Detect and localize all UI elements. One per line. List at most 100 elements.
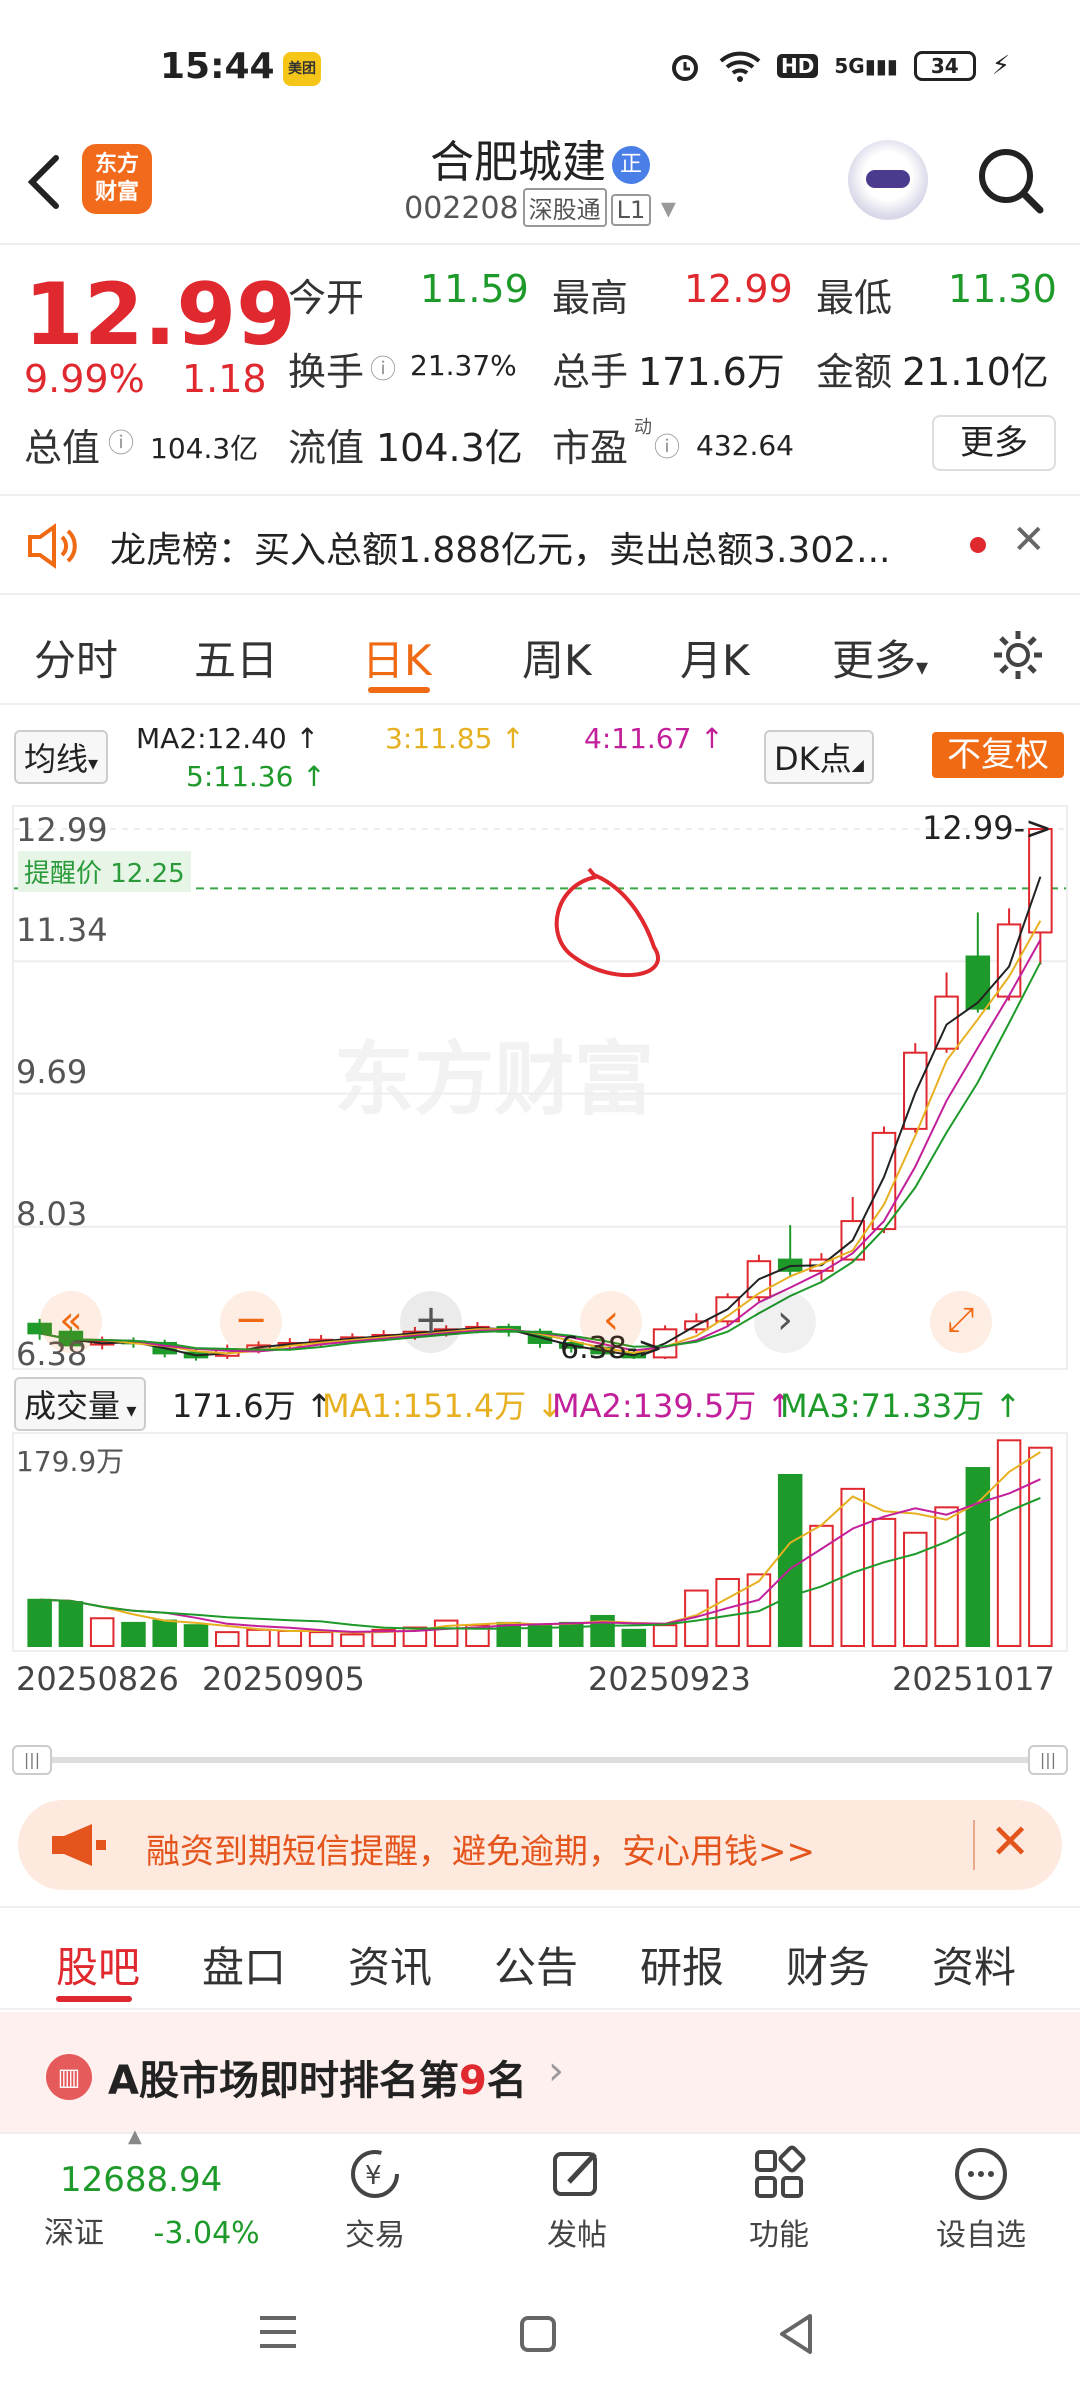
tab-guba[interactable]: 股吧 (56, 1934, 140, 1995)
volume-bar (215, 1631, 240, 1647)
tab-5day[interactable]: 五日 (194, 627, 278, 688)
candle (965, 912, 991, 1013)
next-button[interactable]: › (754, 1291, 816, 1353)
tab-more[interactable]: 更多▾ (832, 627, 928, 688)
index-name: 深证 (44, 2216, 104, 2251)
vol-ma3: MA3:71.33万 ↑ (780, 1387, 1022, 1425)
max-price-marker: 12.99-> (922, 809, 1052, 847)
info-icon[interactable]: ⓘ (654, 427, 680, 464)
more-button[interactable]: 更多 (932, 415, 1056, 471)
tab-monthly-k[interactable]: 月K (680, 627, 750, 688)
open-label: 今开 (288, 276, 365, 320)
fullscreen-icon[interactable]: ⤢ (930, 1291, 992, 1353)
hd-icon: HD (777, 54, 819, 78)
volume-bar (652, 1624, 678, 1647)
vol-ma2: MA2:139.5万 ↑ (552, 1387, 794, 1425)
tab-news[interactable]: 资讯 (348, 1934, 432, 1995)
promo-banner[interactable]: 融资到期短信提醒，避免逾期，安心用钱>> ✕ (18, 1800, 1062, 1890)
volume-label: 总手 (552, 350, 629, 394)
speaker-icon (28, 523, 77, 569)
tab-research[interactable]: 研报 (640, 1934, 724, 1995)
index-quote[interactable]: 12688.94 深证 -3.04% (44, 2160, 284, 2252)
volume-bar (777, 1473, 803, 1647)
open-value: 11.59 (420, 267, 529, 311)
last-price: 12.99 (24, 265, 297, 365)
mktcap-label: 总值 (24, 426, 101, 470)
more-dots-icon (955, 2148, 1007, 2200)
wifi-icon (719, 51, 761, 82)
meituan-notification-icon: 美团 (283, 52, 321, 86)
low-value: 11.30 (948, 267, 1057, 311)
date-label: 20250905 (202, 1660, 365, 1698)
nav-add-watchlist[interactable]: 设自选 (916, 2144, 1046, 2254)
scroll-left-button[interactable]: « (40, 1291, 102, 1353)
back-nav-icon[interactable] (776, 2312, 816, 2356)
adjust-button[interactable]: 不复权 (932, 732, 1064, 778)
dk-point-select[interactable]: DK点◢ (764, 730, 874, 784)
dragon-tiger-banner[interactable]: 龙虎榜：买入总额1.888亿元，卖出总额3.302... ✕ (0, 495, 1080, 595)
period-tabs: 分时 五日 日K 周K 月K 更多▾ (0, 597, 1080, 705)
ma-select[interactable]: 均线▾ (14, 730, 109, 784)
y-tick-label: 11.34 (16, 911, 108, 949)
home-icon[interactable] (518, 2314, 558, 2354)
high-value: 12.99 (684, 267, 793, 311)
ma2-value: MA2:12.40 ↑ (136, 722, 320, 755)
tab-profile[interactable]: 资料 (932, 1934, 1016, 1995)
tab-weekly-k[interactable]: 周K (522, 627, 592, 688)
info-icon[interactable]: ⓘ (370, 349, 396, 386)
charging-icon: ⚡ (991, 51, 1010, 81)
y-tick-label: 12.99 (16, 811, 108, 849)
search-icon[interactable] (976, 146, 1046, 216)
prev-button[interactable]: ‹ (580, 1291, 642, 1353)
tab-finance[interactable]: 财务 (786, 1934, 870, 1995)
range-handle-left[interactable]: ||| (12, 1745, 52, 1775)
candle (903, 1043, 928, 1133)
kline-chart[interactable]: 东方财富 12.99 11.34 9.69 8.03 6.38 提醒价 12.2… (12, 805, 1068, 1373)
y-tick-label: 9.69 (16, 1053, 88, 1091)
zoom-in-button[interactable]: + (400, 1291, 462, 1353)
info-icon[interactable]: ⓘ (108, 423, 134, 460)
volume-legend-row: 成交量 ▾ 171.6万 ↑ MA1:151.4万 ↓ MA2:139.5万 ↑… (0, 1375, 1080, 1431)
volume-bar (152, 1619, 177, 1647)
amount-value: 21.10亿 (902, 350, 1049, 394)
settings-gear-icon[interactable] (990, 627, 1046, 683)
market-rank-row[interactable]: ▥ A股市场即时排名第9名 › (0, 2012, 1080, 2132)
battery-icon: 34 (913, 51, 976, 81)
pe-dynamic-sup: 动 (634, 417, 652, 438)
tab-pankou[interactable]: 盘口 (202, 1934, 286, 1995)
system-nav-bar (0, 2268, 1080, 2400)
volume-bar (840, 1487, 865, 1647)
nav-post[interactable]: 发帖 (512, 2144, 642, 2254)
nav-functions[interactable]: 功能 (714, 2144, 844, 2254)
volume-bar (433, 1619, 459, 1647)
status-time: 15:44 (160, 46, 275, 87)
volume-current: 171.6万 ↑ (172, 1387, 333, 1425)
active-tab-indicator (368, 687, 430, 693)
chart-range-slider[interactable]: ||| ||| (12, 1745, 1068, 1775)
volume-bar (89, 1617, 115, 1647)
tab-intraday[interactable]: 分时 (34, 627, 118, 688)
vol-ma1: MA1:151.4万 ↓ (322, 1387, 564, 1425)
assistant-robot-icon[interactable] (848, 140, 928, 220)
menu-icon[interactable] (256, 2312, 300, 2352)
mktcap-value: 104.3亿 (150, 432, 259, 465)
dropdown-icon[interactable]: ▾ (661, 191, 676, 226)
indicator-select[interactable]: 成交量 ▾ (14, 1377, 147, 1431)
range-handle-right[interactable]: ||| (1028, 1745, 1068, 1775)
rank-chart-icon: ▥ (46, 2054, 92, 2100)
expand-up-icon[interactable]: ▲ (128, 2126, 142, 2147)
nav-trade[interactable]: ¥ 交易 (310, 2144, 440, 2254)
close-icon[interactable]: ✕ (990, 1814, 1030, 1870)
date-label: 20250826 (16, 1660, 179, 1698)
close-icon[interactable]: ✕ (1012, 517, 1046, 563)
alert-price-label[interactable]: 提醒价 12.25 (18, 851, 191, 892)
tab-daily-k[interactable]: 日K (362, 627, 432, 688)
zoom-out-button[interactable]: − (220, 1291, 282, 1353)
volume-max-label: 179.9万 (16, 1445, 125, 1478)
pe-label: 市盈 (552, 426, 629, 470)
amount-label: 金额 (816, 350, 893, 394)
volume-chart[interactable]: 179.9万 (12, 1432, 1068, 1652)
tab-announcements[interactable]: 公告 (494, 1934, 578, 1995)
y-tick-label: 8.03 (16, 1195, 88, 1233)
float-label: 流值 (288, 426, 365, 470)
